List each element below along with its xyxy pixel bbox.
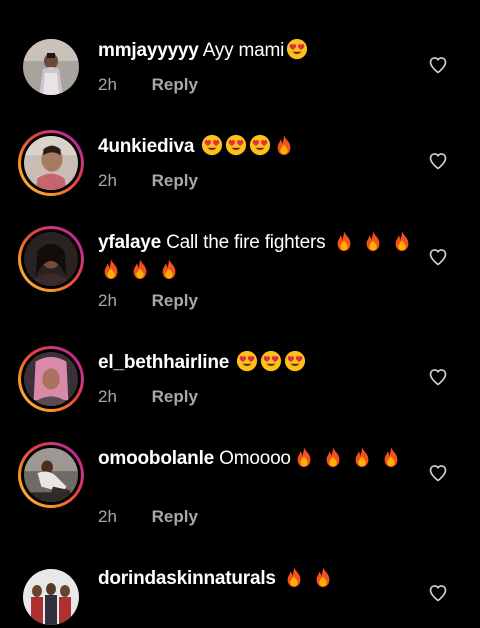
fire-emoji-icon [293, 446, 315, 468]
reply-button[interactable]: Reply [152, 507, 198, 526]
comment-username[interactable]: omoobolanle [98, 448, 214, 469]
fire-emoji-icon [380, 446, 402, 468]
fire-emoji-icon [129, 258, 151, 280]
like-heart-icon[interactable] [428, 367, 448, 387]
comment-text: mmjayyyyy Ayy mami [98, 37, 420, 65]
fire-emoji-icon [158, 258, 180, 280]
comment-time: 2h [98, 75, 117, 94]
comment-time: 2h [98, 171, 117, 190]
avatar[interactable] [18, 346, 84, 412]
comment-meta: 2h Reply [98, 506, 198, 528]
like-heart-icon[interactable] [428, 583, 448, 603]
avatar[interactable] [20, 566, 82, 628]
fire-emoji-icon [100, 258, 122, 280]
comment-time: 2h [98, 387, 117, 406]
heart-eyes-emoji-icon [201, 134, 223, 156]
avatar[interactable] [18, 442, 84, 508]
fire-emoji-icon [312, 566, 334, 588]
comment-username[interactable]: mmjayyyyy [98, 40, 199, 61]
comment-username[interactable]: dorindaskinnaturals [98, 568, 276, 589]
comment-time: 2h [98, 507, 117, 526]
comment-meta: 2h Reply [98, 290, 198, 312]
comment-message: Omoooo [219, 448, 291, 469]
comment-username[interactable]: yfalaye [98, 232, 161, 253]
heart-eyes-emoji-icon [249, 134, 271, 156]
comment-message: Call the fire fighters [166, 232, 326, 253]
comment-time: 2h [98, 291, 117, 310]
reply-button[interactable]: Reply [152, 387, 198, 406]
avatar[interactable] [18, 130, 84, 196]
comment-username[interactable]: el_bethhairline [98, 352, 229, 373]
comment-meta: 2h Reply [98, 386, 198, 408]
reply-button[interactable]: Reply [152, 75, 198, 94]
like-heart-icon[interactable] [428, 55, 448, 75]
like-heart-icon[interactable] [428, 151, 448, 171]
heart-eyes-emoji-icon [284, 350, 306, 372]
comment-text: omoobolanle Omoooo [98, 445, 420, 473]
fire-emoji-icon [391, 230, 413, 252]
fire-emoji-icon [283, 566, 305, 588]
comment-text: dorindaskinnaturals [98, 565, 420, 593]
like-heart-icon[interactable] [428, 463, 448, 483]
comment-text: 4unkiediva [98, 133, 420, 161]
like-heart-icon[interactable] [428, 247, 448, 267]
fire-emoji-icon [273, 134, 295, 156]
heart-eyes-emoji-icon [236, 350, 258, 372]
comment-meta: 2h Reply [98, 170, 198, 192]
reply-button[interactable]: Reply [152, 291, 198, 310]
comment-meta: 2h Reply [98, 74, 198, 96]
reply-button[interactable]: Reply [152, 171, 198, 190]
comment-username[interactable]: 4unkiediva [98, 136, 194, 157]
fire-emoji-icon [333, 230, 355, 252]
heart-eyes-emoji-icon [260, 350, 282, 372]
fire-emoji-icon [362, 230, 384, 252]
heart-eyes-emoji-icon [286, 38, 308, 60]
comment-text: yfalaye Call the fire fighters [98, 229, 420, 285]
heart-eyes-emoji-icon [225, 134, 247, 156]
avatar[interactable] [18, 226, 84, 292]
comment-text: el_bethhairline [98, 349, 420, 377]
avatar[interactable] [20, 36, 82, 98]
fire-emoji-icon [351, 446, 373, 468]
comment-message: Ayy mami [202, 40, 285, 61]
fire-emoji-icon [322, 446, 344, 468]
